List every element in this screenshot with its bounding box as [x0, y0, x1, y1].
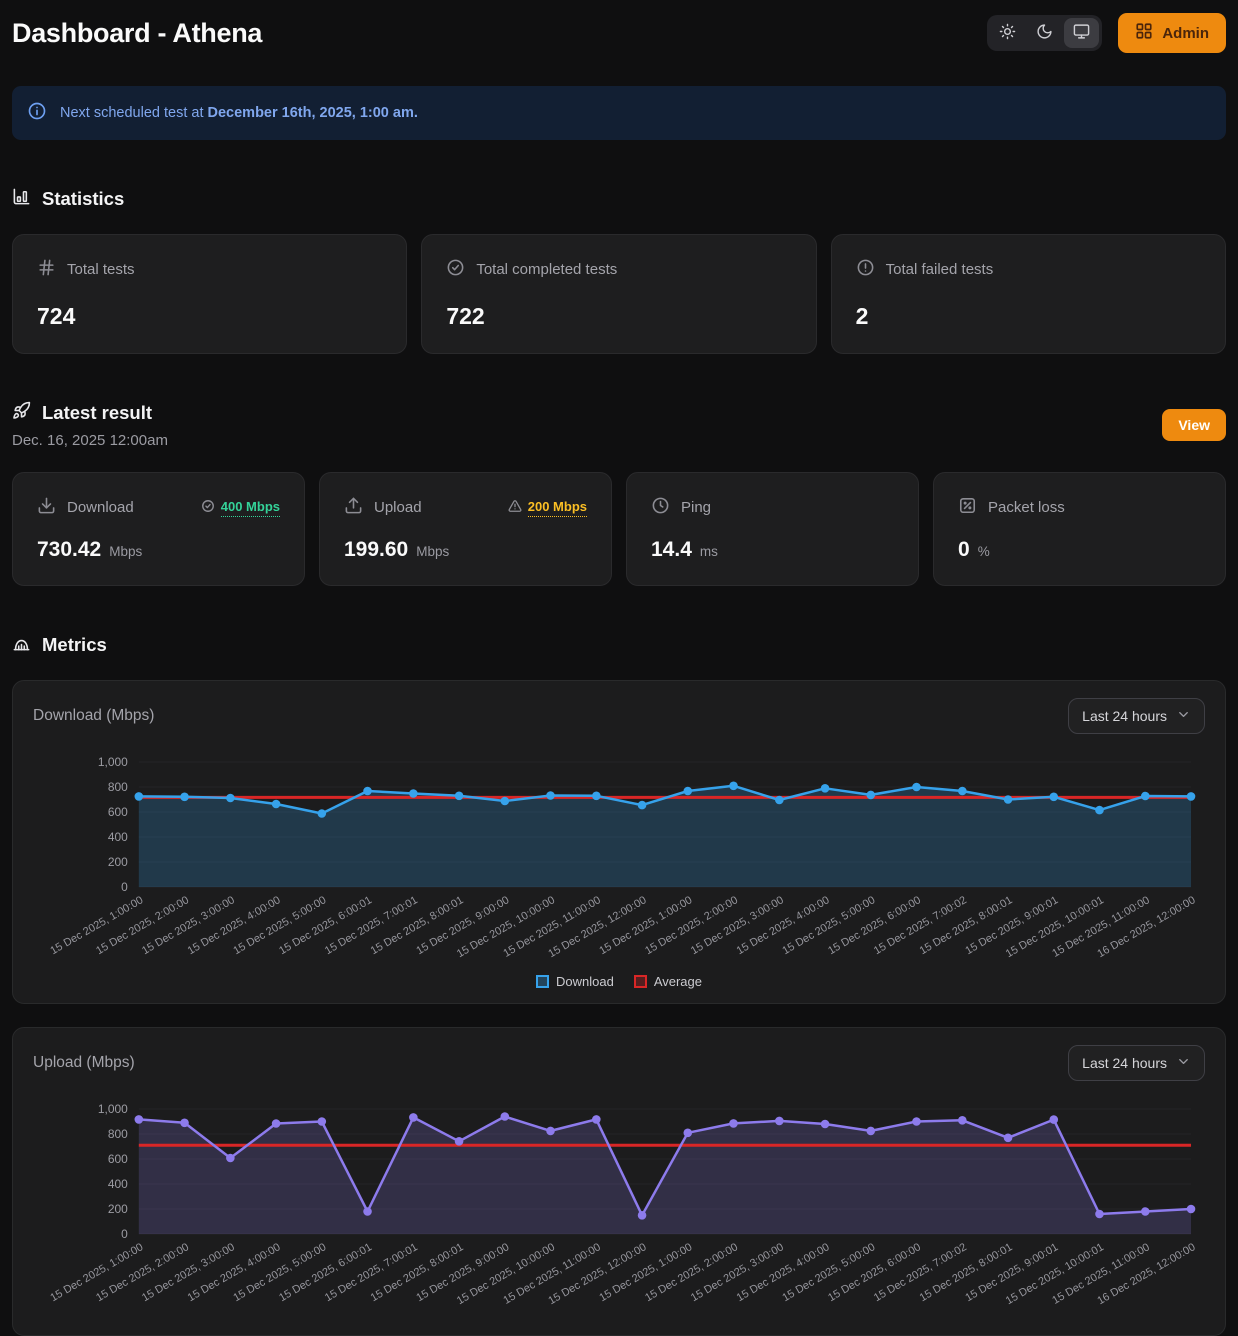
download-chart-legend: Download Average	[33, 974, 1205, 989]
theme-toggle	[987, 15, 1102, 51]
total-failed-value: 2	[856, 303, 1201, 330]
metrics-heading: Metrics	[12, 633, 1226, 657]
svg-text:1,000: 1,000	[98, 755, 128, 769]
bar-chart-icon	[12, 187, 31, 211]
rocket-icon	[12, 401, 31, 425]
upload-threshold-badge[interactable]: 200 Mbps	[508, 499, 587, 517]
upload-result-card: Upload 200 Mbps 199.60 Mbps	[319, 472, 612, 586]
banner-date: December 16th, 2025, 1:00 am.	[208, 105, 418, 121]
card-label: Upload	[374, 499, 422, 516]
card-label: Total completed tests	[476, 261, 617, 278]
topbar-actions: Admin	[987, 13, 1226, 53]
clock-icon	[651, 496, 670, 519]
total-failed-card: Total failed tests 2	[831, 234, 1226, 354]
svg-text:200: 200	[108, 855, 128, 869]
legend-item-average[interactable]: Average	[634, 974, 702, 989]
theme-light-button[interactable]	[990, 18, 1025, 48]
latest-result-cards: Download 400 Mbps 730.42 Mbps	[12, 472, 1226, 586]
packet-loss-result-card: Packet loss 0 %	[933, 472, 1226, 586]
page-title: Dashboard - Athena	[12, 18, 262, 49]
upload-value: 199.60	[344, 538, 408, 562]
latest-result-timestamp: Dec. 16, 2025 12:00am	[12, 432, 168, 449]
total-completed-value: 722	[446, 303, 791, 330]
upload-chart-panel: Upload (Mbps) Last 24 hours 0 200 400 600 80…	[12, 1027, 1226, 1336]
moon-icon	[1036, 23, 1053, 43]
chevron-down-icon	[1176, 1054, 1191, 1072]
theme-dark-button[interactable]	[1027, 18, 1062, 48]
monitor-icon	[1073, 23, 1090, 43]
topbar: Dashboard - Athena	[12, 0, 1226, 53]
circle-check-icon	[201, 499, 215, 516]
svg-text:400: 400	[108, 1177, 128, 1191]
admin-button[interactable]: Admin	[1118, 13, 1226, 53]
theme-system-button[interactable]	[1064, 18, 1099, 48]
latest-result-section: Latest result Dec. 16, 2025 12:00am View…	[12, 401, 1226, 586]
card-label: Total tests	[67, 261, 135, 278]
svg-text:400: 400	[108, 830, 128, 844]
percent-square-icon	[958, 496, 977, 519]
svg-text:800: 800	[108, 780, 128, 794]
total-tests-card: Total tests 724	[12, 234, 407, 354]
metrics-section: Metrics Download (Mbps) Last 24 hours 0 2…	[12, 633, 1226, 1336]
view-button[interactable]: View	[1162, 409, 1226, 441]
svg-text:200: 200	[108, 1202, 128, 1216]
upload-chart[interactable]: 02004006008001,00015 Dec 2025, 1:00:0015…	[33, 1089, 1205, 1321]
svg-text:0: 0	[121, 1227, 128, 1241]
statistics-section: Statistics Total tests 724 Total complet…	[12, 187, 1226, 354]
histogram-icon	[12, 633, 31, 657]
upload-unit: Mbps	[416, 544, 449, 559]
card-label: Ping	[681, 499, 711, 516]
statistics-cards: Total tests 724 Total completed tests 72…	[12, 234, 1226, 354]
packet-loss-value: 0	[958, 538, 970, 562]
card-label: Total failed tests	[886, 261, 994, 278]
card-label: Download	[67, 499, 134, 516]
banner-text: Next scheduled test at December 16th, 20…	[60, 105, 418, 121]
svg-text:600: 600	[108, 1152, 128, 1166]
ping-result-card: Ping 14.4 ms	[626, 472, 919, 586]
svg-text:0: 0	[121, 880, 128, 894]
dashboard-page: Dashboard - Athena	[0, 0, 1238, 1336]
download-icon	[37, 496, 56, 519]
upload-range-select[interactable]: Last 24 hours	[1068, 1045, 1205, 1081]
circle-alert-icon	[856, 258, 875, 281]
triangle-alert-icon	[508, 499, 522, 516]
chevron-down-icon	[1176, 707, 1191, 725]
download-chart[interactable]: 02004006008001,00015 Dec 2025, 1:00:0015…	[33, 742, 1205, 974]
scheduled-test-banner: Next scheduled test at December 16th, 20…	[12, 86, 1226, 140]
circle-check-icon	[446, 258, 465, 281]
ping-value: 14.4	[651, 538, 692, 562]
packet-loss-unit: %	[978, 544, 990, 559]
download-value: 730.42	[37, 538, 101, 562]
download-unit: Mbps	[109, 544, 142, 559]
info-icon	[27, 101, 47, 125]
download-chart-panel: Download (Mbps) Last 24 hours 0 200 400 600…	[12, 680, 1226, 1004]
card-label: Packet loss	[988, 499, 1065, 516]
statistics-heading: Statistics	[12, 187, 1226, 211]
download-chart-title: Download (Mbps)	[33, 707, 154, 725]
svg-text:800: 800	[108, 1127, 128, 1141]
admin-button-label: Admin	[1162, 25, 1209, 42]
latest-result-heading: Latest result	[12, 401, 168, 425]
svg-text:1,000: 1,000	[98, 1102, 128, 1116]
total-completed-card: Total completed tests 722	[421, 234, 816, 354]
download-threshold-badge[interactable]: 400 Mbps	[201, 499, 280, 517]
grid-squares-icon	[1135, 22, 1153, 44]
svg-text:600: 600	[108, 805, 128, 819]
upload-icon	[344, 496, 363, 519]
total-tests-value: 724	[37, 303, 382, 330]
average-series-swatch	[634, 975, 647, 988]
hash-icon	[37, 258, 56, 281]
legend-item-download[interactable]: Download	[536, 974, 614, 989]
download-result-card: Download 400 Mbps 730.42 Mbps	[12, 472, 305, 586]
sun-icon	[999, 23, 1016, 43]
upload-chart-title: Upload (Mbps)	[33, 1054, 135, 1072]
ping-unit: ms	[700, 544, 718, 559]
download-series-swatch	[536, 975, 549, 988]
download-range-select[interactable]: Last 24 hours	[1068, 698, 1205, 734]
